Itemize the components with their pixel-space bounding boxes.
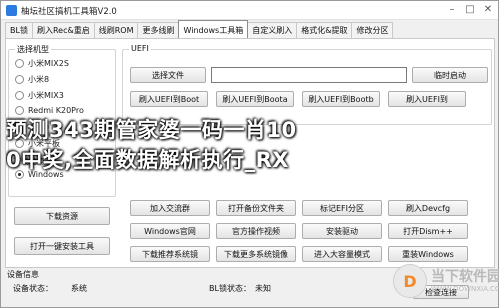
open-dism-button[interactable]: 打开Dism++ [388, 223, 468, 239]
download-resources-button[interactable]: 下载资源 [14, 207, 110, 225]
join-group-button[interactable]: 加入交流群 [130, 200, 210, 216]
tab-modify-partition[interactable]: 修改分区 [351, 22, 394, 38]
model-option[interactable]: Redmi K20Pro [15, 106, 84, 115]
model-select-group: 选择机型 小米MIX2S 小米8 小米MIX3 Redmi K20Pro 小米9… [8, 44, 116, 197]
bl-status-label: BL锁状态： [209, 284, 251, 293]
model-option-label: 小米9 [28, 123, 50, 132]
model-option[interactable]: 小米MIX3 [15, 90, 64, 101]
flash-uefi-boot-button[interactable]: 刷入UEFI到Boot [130, 91, 208, 107]
download-site-option[interactable]: Windows [15, 170, 64, 179]
uefi-group: UEFI [122, 44, 492, 125]
device-info-label: 设备信息 [7, 270, 39, 279]
select-file-button[interactable]: 选择文件 [130, 67, 206, 83]
model-option[interactable]: 小米9 [15, 122, 49, 133]
temp-boot-button[interactable]: 临时启动 [412, 67, 488, 83]
watermark-logo-icon: D [393, 264, 427, 298]
open-install-tool-button[interactable]: 打开一键安装工具 [14, 237, 110, 255]
minimize-icon[interactable]: – [445, 3, 459, 17]
tab-line-flash-rom[interactable]: 线刷ROM [93, 22, 139, 38]
model-option-label: 小米MIX3 [28, 91, 64, 100]
model-option[interactable]: 小米平板 [15, 138, 60, 149]
radio-icon[interactable] [15, 139, 24, 148]
model-option-label: 小米8 [28, 75, 50, 84]
tab-strip: BL锁 刷入Rec&重启 线刷ROM 更多线刷 Windows工具箱 自定义刷入… [5, 20, 394, 38]
watermark-logo-char: D [403, 271, 417, 291]
open-backup-folder-button[interactable]: 打开备份文件夹 [216, 200, 296, 216]
maximize-icon[interactable]: □ [463, 3, 477, 17]
model-option[interactable]: 小米MIX2S [15, 58, 69, 69]
radio-icon[interactable] [15, 91, 24, 100]
mark-efi-partition-button[interactable]: 标记EFI分区 [302, 200, 382, 216]
download-site-option-label: Windows [28, 170, 64, 179]
model-option-label: Redmi K20Pro [28, 106, 84, 115]
app-icon [6, 5, 17, 16]
tab-windows-toolbox[interactable]: Windows工具箱 [178, 20, 249, 38]
radio-checked-icon[interactable] [15, 170, 24, 179]
windows-toolbox-panel: 选择机型 小米MIX2S 小米8 小米MIX3 Redmi K20Pro 小米9… [5, 38, 495, 268]
model-group-label: 选择机型 [15, 44, 51, 55]
radio-icon[interactable] [15, 75, 24, 84]
tab-bl-lock[interactable]: BL锁 [5, 22, 33, 38]
radio-icon[interactable] [15, 59, 24, 68]
device-status-label: 设备状态： [13, 284, 53, 293]
bl-status-value: 未知 [255, 284, 271, 293]
install-driver-button[interactable]: 安装驱动 [302, 223, 382, 239]
official-video-button[interactable]: 官方操作视频 [216, 223, 296, 239]
flash-devcfg-button[interactable]: 刷入Devcfg [388, 200, 468, 216]
download-more-images-button[interactable]: 下载更多系统镜像 [216, 246, 296, 262]
download-site-label: 下载站点 [13, 157, 45, 166]
flash-uefi-boota-button[interactable]: 刷入UEFI到Boota [216, 91, 294, 107]
title-bar: 柚坛社区搞机工具箱V2.0 – □ ✕ [1, 1, 498, 20]
uefi-group-label: UEFI [129, 44, 151, 53]
radio-icon[interactable] [15, 123, 24, 132]
watermark-url: WWW.DOWNXIA.COM [431, 285, 499, 293]
tab-custom-flash[interactable]: 自定义刷入 [247, 22, 298, 38]
device-status-value: 系统 [71, 284, 87, 293]
model-option-label: 小米MIX2S [28, 59, 69, 68]
window-title: 柚坛社区搞机工具箱V2.0 [21, 7, 117, 17]
close-icon[interactable]: ✕ [481, 3, 495, 17]
windows-website-button[interactable]: Windows官网 [130, 223, 210, 239]
model-option-label: 小米平板 [28, 139, 60, 148]
flash-uefi-bootb-button[interactable]: 刷入UEFI到Bootb [302, 91, 380, 107]
mass-storage-mode-button[interactable]: 进入大容量模式 [302, 246, 382, 262]
radio-icon[interactable] [15, 106, 24, 115]
tab-flash-rec[interactable]: 刷入Rec&重启 [31, 22, 95, 38]
download-recommended-image-button[interactable]: 下载推荐系统镜 [130, 246, 210, 262]
watermark-name: 当下软件园 [431, 269, 499, 285]
watermark: D 当下软件园 WWW.DOWNXIA.COM [393, 256, 499, 304]
tab-format-extract[interactable]: 格式化&提取 [296, 22, 353, 38]
file-path-input[interactable] [211, 67, 407, 83]
tab-more-line-flash[interactable]: 更多线刷 [137, 22, 180, 38]
model-option[interactable]: 小米8 [15, 74, 49, 85]
flash-uefi-other-button[interactable]: 刷入UEFI到 [388, 91, 466, 107]
